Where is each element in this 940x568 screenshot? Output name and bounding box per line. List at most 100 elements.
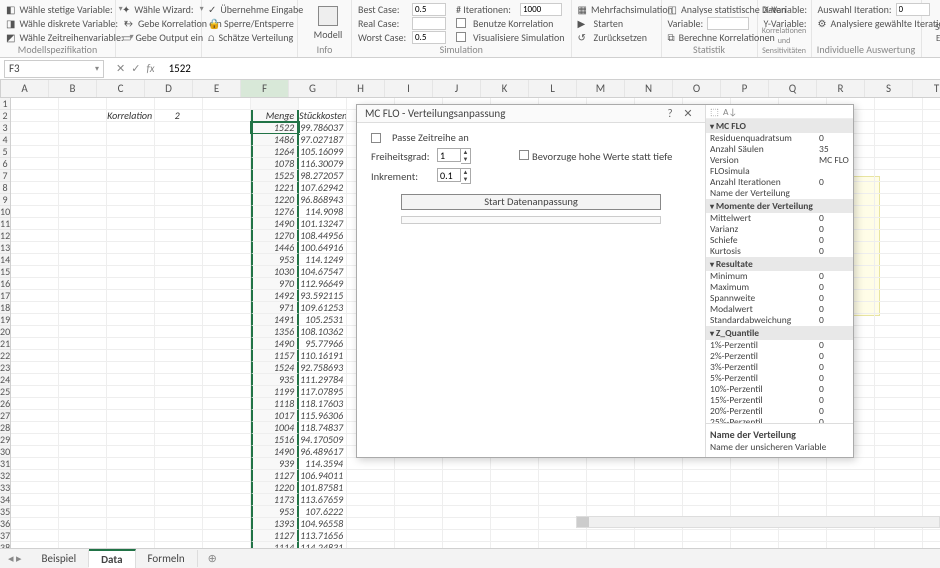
cell[interactable] [107, 494, 155, 506]
cell[interactable] [11, 158, 59, 170]
cell[interactable] [155, 386, 203, 398]
cell[interactable] [779, 482, 827, 494]
cell[interactable] [875, 158, 923, 170]
cell[interactable] [923, 278, 940, 290]
property-group[interactable]: MC FLO [706, 119, 853, 133]
cell[interactable] [107, 518, 155, 530]
cell[interactable]: 953 [251, 506, 299, 518]
checkbox-timeseries[interactable] [371, 133, 381, 143]
cell[interactable] [11, 458, 59, 470]
cell[interactable]: 109.61253 [299, 302, 347, 314]
cell[interactable] [107, 326, 155, 338]
cell[interactable] [875, 266, 923, 278]
cell[interactable] [923, 290, 940, 302]
col-header-L[interactable]: L [529, 80, 577, 97]
cell[interactable] [155, 434, 203, 446]
cell[interactable] [827, 530, 875, 542]
cell[interactable] [875, 170, 923, 182]
cell[interactable]: 1220 [251, 194, 299, 206]
cell[interactable] [923, 410, 940, 422]
col-header-K[interactable]: K [481, 80, 529, 97]
cell[interactable] [11, 266, 59, 278]
cell[interactable] [155, 530, 203, 542]
cell[interactable] [107, 482, 155, 494]
cell[interactable] [107, 374, 155, 386]
cell[interactable] [155, 266, 203, 278]
property-group[interactable]: Momente der Verteilung [706, 199, 853, 213]
cell[interactable] [875, 146, 923, 158]
property-row[interactable]: Schiefe0 [706, 235, 853, 246]
cell[interactable] [203, 446, 251, 458]
cell[interactable] [875, 218, 923, 230]
cell[interactable] [875, 350, 923, 362]
cell[interactable] [875, 230, 923, 242]
cell[interactable] [155, 170, 203, 182]
cell[interactable] [155, 134, 203, 146]
cell[interactable] [875, 482, 923, 494]
cell[interactable] [491, 458, 539, 470]
cell[interactable] [875, 398, 923, 410]
cell[interactable]: 110.16191 [299, 350, 347, 362]
cell[interactable]: 970 [251, 278, 299, 290]
cell[interactable]: Stückkosten [299, 110, 347, 122]
cell[interactable] [203, 194, 251, 206]
cell[interactable] [491, 506, 539, 518]
cell[interactable]: 1157 [251, 350, 299, 362]
cell[interactable]: 1486 [251, 134, 299, 146]
cell[interactable]: 92.758693 [299, 362, 347, 374]
checkbox-preferhigh[interactable] [519, 150, 529, 160]
cell[interactable] [395, 482, 443, 494]
cell[interactable]: 1525 [251, 170, 299, 182]
property-row[interactable]: 3%-Perzentil0 [706, 362, 853, 373]
col-header-T[interactable]: T [913, 80, 940, 97]
cell[interactable] [875, 410, 923, 422]
cell[interactable] [11, 338, 59, 350]
cell[interactable] [107, 98, 155, 110]
col-header-R[interactable]: R [817, 80, 865, 97]
cell[interactable] [731, 458, 779, 470]
cell[interactable] [11, 302, 59, 314]
cell[interactable] [923, 494, 940, 506]
cell[interactable] [203, 530, 251, 542]
property-row[interactable]: Maximum0 [706, 282, 853, 293]
accept-formula-icon[interactable]: ✓ [131, 62, 140, 75]
name-box[interactable]: F3▾ [4, 60, 104, 78]
cell[interactable] [203, 362, 251, 374]
cell[interactable] [59, 422, 107, 434]
tab-nav-prev[interactable]: ◂ ▸ [0, 552, 30, 565]
cell[interactable] [59, 230, 107, 242]
cell[interactable] [155, 206, 203, 218]
ribbon-item[interactable]: ▭Gebe Output ein [122, 30, 195, 44]
cell[interactable]: 98.272057 [299, 170, 347, 182]
cell[interactable]: 1393 [251, 518, 299, 530]
cell[interactable]: 96.489617 [299, 446, 347, 458]
cell[interactable] [11, 434, 59, 446]
cell[interactable]: 116.30079 [299, 158, 347, 170]
cell[interactable] [827, 458, 875, 470]
cell[interactable] [155, 362, 203, 374]
dialog-titlebar[interactable]: MC FLO - Verteilungsanpassung ? ✕ [357, 105, 705, 123]
cell[interactable] [11, 386, 59, 398]
cell[interactable] [875, 530, 923, 542]
cell[interactable] [107, 194, 155, 206]
cell[interactable]: 971 [251, 302, 299, 314]
cell[interactable]: 113.71656 [299, 530, 347, 542]
cell[interactable] [203, 434, 251, 446]
cell[interactable] [395, 494, 443, 506]
col-header-B[interactable]: B [49, 80, 97, 97]
cell[interactable] [155, 446, 203, 458]
cell[interactable] [203, 170, 251, 182]
cell[interactable]: 112.96649 [299, 278, 347, 290]
cell[interactable] [59, 362, 107, 374]
cell[interactable] [155, 98, 203, 110]
cell[interactable] [11, 194, 59, 206]
cell[interactable] [107, 410, 155, 422]
cell[interactable] [11, 410, 59, 422]
cell[interactable] [59, 194, 107, 206]
cell[interactable] [923, 218, 940, 230]
cell[interactable] [11, 530, 59, 542]
cell[interactable] [155, 494, 203, 506]
cell[interactable]: 118.74837 [299, 422, 347, 434]
cell[interactable] [203, 278, 251, 290]
cell[interactable] [395, 530, 443, 542]
